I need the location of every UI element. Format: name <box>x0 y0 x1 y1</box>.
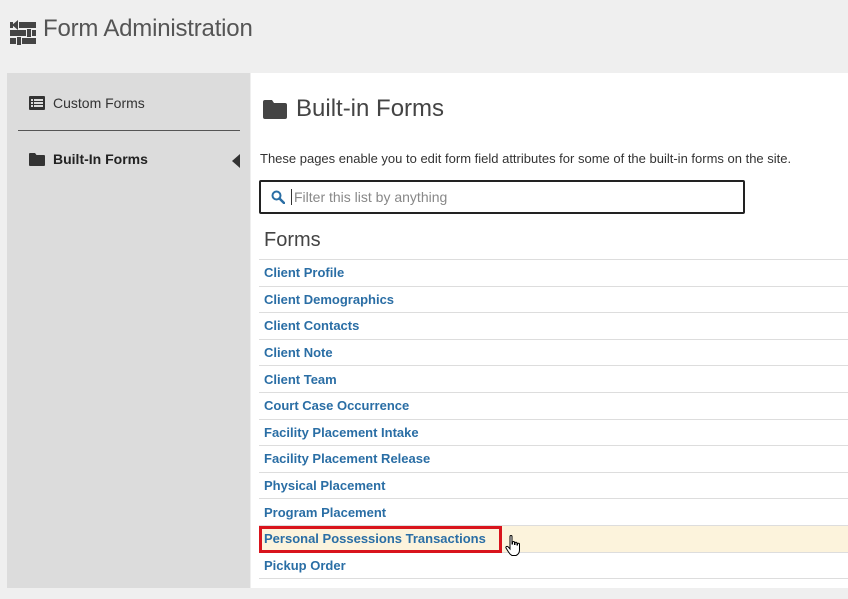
list-item-hovered: Personal Possessions Transactions <box>259 525 848 556</box>
form-link-client-contacts[interactable]: Client Contacts <box>264 318 359 333</box>
list-item: Facility Placement Intake <box>259 420 848 447</box>
filter-search-box[interactable] <box>259 180 745 214</box>
form-link-facility-placement-release[interactable]: Facility Placement Release <box>264 451 430 466</box>
list-item: Program Placement <box>259 499 848 526</box>
description-text: These pages enable you to edit form fiel… <box>260 151 792 166</box>
sidebar-item-built-in-forms[interactable]: Built-In Forms <box>29 151 148 167</box>
sidebar: Custom Forms Built-In Forms <box>7 73 250 588</box>
form-link-physical-placement[interactable]: Physical Placement <box>264 478 385 493</box>
list-item: Physical Placement <box>259 473 848 500</box>
list-item: Client Profile <box>259 260 848 287</box>
section-title-text: Built-in Forms <box>296 95 445 122</box>
form-link-client-team[interactable]: Client Team <box>264 372 337 387</box>
list-item: Court Case Occurrence <box>259 393 848 420</box>
list-item: Pickup Order <box>259 553 848 580</box>
form-link-pickup-order[interactable]: Pickup Order <box>264 558 346 573</box>
sidebar-item-label: Built-In Forms <box>53 151 148 167</box>
folder-icon <box>263 100 287 119</box>
sidebar-divider <box>18 130 240 131</box>
list-item: Client Demographics <box>259 287 848 314</box>
page-bottom-strip <box>0 588 848 599</box>
page-title: Form Administration <box>43 15 253 42</box>
form-link-client-note[interactable]: Client Note <box>264 345 333 360</box>
filter-input[interactable] <box>291 189 731 205</box>
page-header: Form Administration <box>0 0 848 70</box>
list-item: Client Contacts <box>259 313 848 340</box>
form-link-court-case-occurrence[interactable]: Court Case Occurrence <box>264 398 409 413</box>
main-panel: Built-in Forms These pages enable you to… <box>251 73 848 588</box>
section-title: Built-in Forms <box>263 95 444 123</box>
forms-heading: Forms <box>264 229 321 251</box>
form-link-client-demographics[interactable]: Client Demographics <box>264 292 394 307</box>
form-link-program-placement[interactable]: Program Placement <box>264 505 386 520</box>
search-icon <box>271 190 285 204</box>
form-link-client-profile[interactable]: Client Profile <box>264 265 344 280</box>
sidebar-item-custom-forms[interactable]: Custom Forms <box>29 95 145 111</box>
list-icon <box>29 96 45 110</box>
active-indicator-caret <box>232 154 240 168</box>
list-item: Client Team <box>259 366 848 393</box>
sidebar-item-label: Custom Forms <box>53 95 145 111</box>
list-item: Client Note <box>259 340 848 367</box>
form-link-facility-placement-intake[interactable]: Facility Placement Intake <box>264 425 419 440</box>
forms-list: Client Profile Client Demographics Clien… <box>259 259 848 580</box>
form-link-personal-possessions-transactions[interactable]: Personal Possessions Transactions <box>264 531 486 546</box>
folder-icon <box>29 153 45 166</box>
list-item: Facility Placement Release <box>259 446 848 473</box>
settings-sliders-icon <box>10 20 36 46</box>
